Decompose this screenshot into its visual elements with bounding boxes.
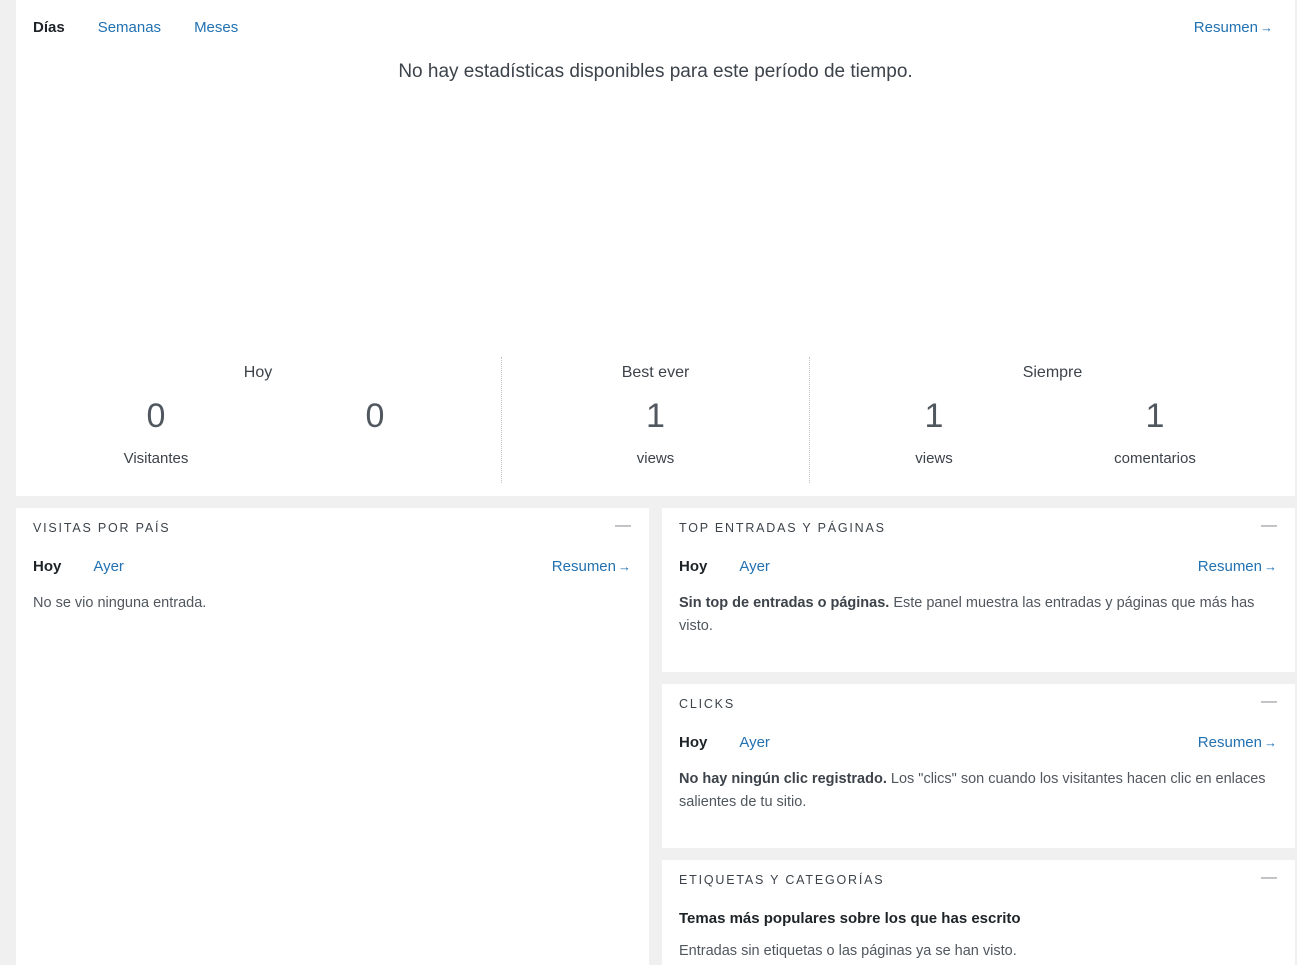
panel-empty-text: No hay ningún clic registrado. Los "clic… (679, 768, 1277, 814)
day-tabs: Hoy Ayer (33, 558, 156, 575)
stat-views-today: 0 (285, 357, 465, 483)
empty-stats-message: No hay estadísticas disponibles para est… (398, 61, 913, 82)
empty-text-strong: Sin top de entradas o páginas. (679, 595, 890, 611)
day-tabs: Hoy Ayer (679, 558, 802, 575)
panel-title: ETIQUETAS Y CATEGORÍAS (679, 873, 885, 887)
arrow-right-icon: → (1264, 735, 1277, 750)
tags-categories-panel: ETIQUETAS Y CATEGORÍAS — Temas más popul… (662, 860, 1295, 965)
stat-value: 1 (646, 397, 665, 435)
summary-label: Resumen (1197, 734, 1262, 751)
stats-summary-row: Hoy 0 Visitantes 0 Best ever 1 views Sie… (16, 357, 1295, 483)
panel-summary-link[interactable]: Resumen → (1198, 558, 1277, 575)
stat-label: Visitantes (123, 450, 189, 467)
stat-label: views (636, 450, 675, 467)
summary-label: Resumen (1193, 19, 1258, 36)
chart-summary-link[interactable]: Resumen → (1194, 19, 1273, 36)
stat-value: 0 (146, 397, 166, 435)
panel-title: CLICKS (679, 697, 735, 711)
collapse-icon[interactable]: — (1261, 517, 1277, 535)
tab-today[interactable]: Hoy (33, 558, 61, 575)
tab-days[interactable]: Días (33, 19, 65, 36)
stat-always-views: 1 views (844, 357, 1024, 483)
panel-title: VISITAS POR PAÍS (33, 521, 171, 535)
stat-value: 0 (365, 397, 385, 435)
panel-empty-text: No se vio ninguna entrada. (33, 595, 207, 611)
day-tabs: Hoy Ayer (679, 734, 802, 751)
panel-summary-link[interactable]: Resumen → (1198, 734, 1277, 751)
stat-group-best-ever: Best ever 1 views (502, 357, 809, 483)
stat-value: 1 (924, 397, 944, 435)
tab-weeks[interactable]: Semanas (98, 19, 161, 36)
tab-yesterday[interactable]: Ayer (739, 558, 770, 575)
clicks-panel: CLICKS — Hoy Ayer Resumen → No hay ningún… (662, 684, 1295, 848)
period-tabs: Días Semanas Meses (33, 19, 271, 36)
tab-today[interactable]: Hoy (679, 734, 707, 751)
summary-label: Resumen (551, 558, 616, 575)
country-views-panel: VISITAS POR PAÍS — Hoy Ayer Resumen → No … (16, 508, 649, 965)
tab-today[interactable]: Hoy (679, 558, 707, 575)
stat-visitors-today: 0 Visitantes (66, 357, 246, 483)
arrow-right-icon: → (618, 559, 631, 574)
tab-yesterday[interactable]: Ayer (739, 734, 770, 751)
stats-chart-card: Días Semanas Meses Resumen → No hay estad… (16, 0, 1295, 496)
collapse-icon[interactable]: — (1261, 693, 1277, 711)
tags-heading: Temas más populares sobre los que has es… (679, 910, 1021, 927)
stat-best-views: 1 views (502, 357, 809, 483)
stat-label: comentarios (1114, 450, 1196, 467)
stat-value: 1 (1145, 397, 1165, 435)
arrow-right-icon: → (1264, 559, 1277, 574)
arrow-right-icon: → (1260, 20, 1273, 35)
top-posts-panel: TOP ENTRADAS Y PÁGINAS — Hoy Ayer Resume… (662, 508, 1295, 672)
collapse-icon[interactable]: — (1261, 869, 1277, 887)
summary-label: Resumen (1197, 558, 1262, 575)
panel-empty-text: Sin top de entradas o páginas. Este pane… (679, 592, 1277, 638)
panel-empty-text: Entradas sin etiquetas o las páginas ya … (679, 943, 1017, 959)
stat-always-comments: 1 comentarios (1065, 357, 1245, 483)
stat-label: views (915, 450, 953, 467)
panel-title: TOP ENTRADAS Y PÁGINAS (679, 521, 886, 535)
collapse-icon[interactable]: — (615, 517, 631, 535)
empty-text-strong: No hay ningún clic registrado. (679, 771, 887, 787)
stat-group-always: Siempre 1 views 1 comentarios (810, 357, 1295, 483)
stat-group-today: Hoy 0 Visitantes 0 (16, 357, 500, 483)
panel-summary-link[interactable]: Resumen → (552, 558, 631, 575)
page-gutter (0, 0, 6, 965)
tab-months[interactable]: Meses (194, 19, 238, 36)
tab-yesterday[interactable]: Ayer (93, 558, 124, 575)
